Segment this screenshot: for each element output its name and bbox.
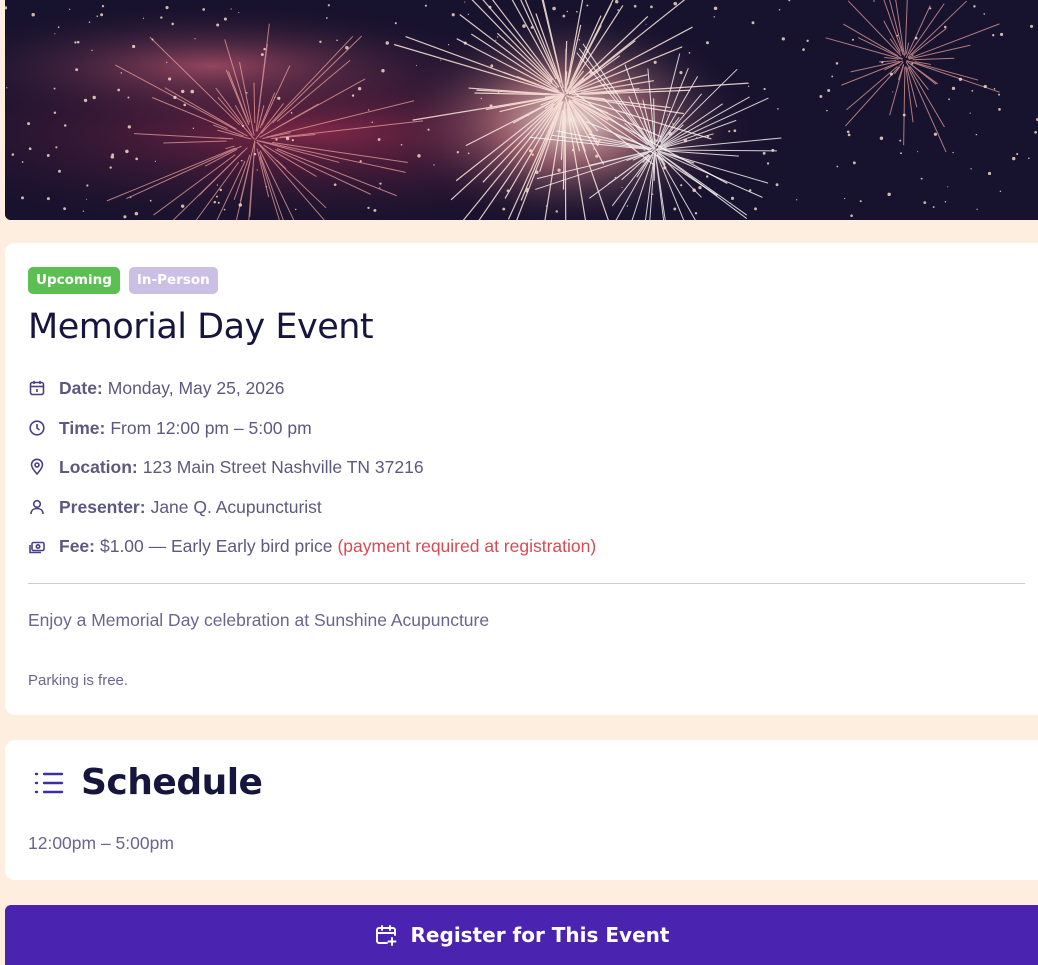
list-icon <box>33 769 65 797</box>
calendar-plus-icon <box>374 923 398 947</box>
status-badges: Upcoming In-Person <box>28 267 218 294</box>
divider <box>28 583 1025 584</box>
fee-payment-note: (payment required at registration) <box>337 535 597 556</box>
calendar-icon <box>28 379 46 397</box>
fee-label: Fee: <box>59 535 95 556</box>
event-location-row: Location: 123 Main Street Nashville TN 3… <box>28 455 424 479</box>
register-label: Register for This Event <box>410 923 670 947</box>
hero-banner-image <box>5 0 1038 220</box>
register-button[interactable]: Register for This Event <box>5 905 1038 965</box>
event-time-row: Time: From 12:00 pm – 5:00 pm <box>28 416 312 440</box>
time-value: From 12:00 pm – 5:00 pm <box>110 417 312 438</box>
date-value: Monday, May 25, 2026 <box>107 377 285 398</box>
in-person-badge: In-Person <box>128 267 218 294</box>
event-description: Enjoy a Memorial Day celebration at Suns… <box>28 610 490 630</box>
schedule-heading: Schedule <box>33 762 263 803</box>
location-value: 123 Main Street Nashville TN 37216 <box>142 456 424 477</box>
presenter-label: Presenter: <box>59 496 146 517</box>
event-fee-row: Fee: $1.00 — Early Early bird price (pay… <box>28 534 596 558</box>
clock-icon <box>28 419 46 437</box>
money-icon <box>28 537 46 555</box>
date-label: Date: <box>59 377 103 398</box>
map-pin-icon <box>28 458 46 476</box>
schedule-time: 12:00pm – 5:00pm <box>28 833 174 853</box>
user-icon <box>28 498 46 516</box>
event-details-card: Upcoming In-Person Memorial Day Event Da… <box>5 243 1038 715</box>
schedule-title: Schedule <box>81 762 263 803</box>
time-label: Time: <box>59 417 106 438</box>
event-title: Memorial Day Event <box>28 307 374 347</box>
fee-value: $1.00 — Early Early bird price <box>99 535 333 556</box>
location-label: Location: <box>59 456 138 477</box>
presenter-value: Jane Q. Acupuncturist <box>150 496 322 517</box>
event-presenter-row: Presenter: Jane Q. Acupuncturist <box>28 495 322 519</box>
upcoming-badge: Upcoming <box>28 267 120 294</box>
schedule-card: Schedule 12:00pm – 5:00pm <box>5 740 1038 880</box>
event-date-row: Date: Monday, May 25, 2026 <box>28 376 285 400</box>
parking-note: Parking is free. <box>28 672 129 689</box>
